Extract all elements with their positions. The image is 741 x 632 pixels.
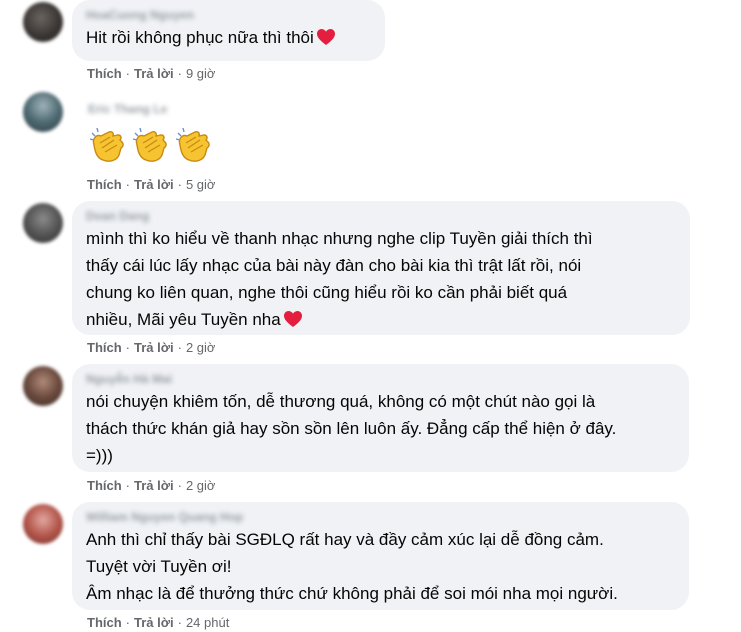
- reply-button[interactable]: Trả lời: [134, 66, 174, 81]
- comment-text: Hit rồi không phục nữa thì thôi: [86, 24, 371, 51]
- like-button[interactable]: Thích: [87, 615, 122, 630]
- comment-time[interactable]: 2 giờ: [186, 340, 216, 355]
- comment-bubble: Nguyễn Hà Mai nói chuyện khiêm tốn, dễ t…: [72, 364, 689, 472]
- comment-actions: Thích · Trả lời · 24 phút: [87, 615, 230, 630]
- comment-text-line: thấy cái lúc lấy nhạc của bài này đàn ch…: [86, 256, 582, 275]
- reply-button[interactable]: Trả lời: [134, 340, 174, 355]
- comment-text-line: Anh thì chỉ thấy bài SGĐLQ rất hay và đầ…: [86, 530, 604, 549]
- reply-button[interactable]: Trả lời: [134, 177, 174, 192]
- like-button[interactable]: Thích: [87, 478, 122, 493]
- comment-time[interactable]: 24 phút: [186, 615, 229, 630]
- comment-author[interactable]: Nguyễn Hà Mai: [86, 372, 172, 386]
- comment-author[interactable]: Eric Thang Le: [88, 102, 167, 116]
- comment-actions: Thích · Trả lời · 9 giờ: [87, 66, 216, 81]
- comment-text-line: Âm nhạc là để thưởng thức chứ không phải…: [86, 584, 618, 603]
- comment-time[interactable]: 5 giờ: [186, 177, 216, 192]
- comment-text-line: nhiều, Mãi yêu Tuyền nha: [86, 306, 676, 333]
- comment-actions: Thích · Trả lời · 2 giờ: [87, 478, 216, 493]
- comment-time[interactable]: 2 giờ: [186, 478, 216, 493]
- comment-bubble: William Nguyen Quang Hop Anh thì chỉ thấ…: [72, 502, 689, 610]
- avatar[interactable]: [23, 92, 63, 132]
- comment-actions: Thích · Trả lời · 2 giờ: [87, 340, 216, 355]
- comment-time[interactable]: 9 giờ: [186, 66, 216, 81]
- comment-bubble: HoaCuong Nguyen Hit rồi không phục nữa t…: [72, 0, 385, 61]
- avatar[interactable]: [23, 366, 63, 406]
- avatar[interactable]: [23, 203, 63, 243]
- heart-emoji-icon: [283, 311, 302, 327]
- clapping-hands-icon: [89, 127, 124, 162]
- avatar[interactable]: [23, 2, 63, 42]
- like-button[interactable]: Thích: [87, 66, 122, 81]
- comment-actions: Thích · Trả lời · 5 giờ: [87, 177, 216, 192]
- comment-text-line: thách thức khán giả hay sồn sồn lên luôn…: [86, 419, 617, 438]
- comment-text-line: mình thì ko hiểu về thanh nhạc nhưng ngh…: [86, 229, 593, 248]
- comment-text-line: Tuyệt vời Tuyền ơi!: [86, 557, 232, 576]
- heart-emoji-icon: [316, 29, 335, 45]
- comment-text-line: nói chuyện khiêm tốn, dễ thương quá, khô…: [86, 392, 596, 411]
- comment-author[interactable]: Doan Dang: [86, 209, 149, 223]
- comment-text-line: =))): [86, 446, 113, 465]
- like-button[interactable]: Thích: [87, 177, 122, 192]
- clapping-hands-icon: [175, 127, 210, 162]
- reply-button[interactable]: Trả lời: [134, 478, 174, 493]
- comment-bubble: Doan Dang mình thì ko hiểu về thanh nhạc…: [72, 201, 690, 335]
- avatar[interactable]: [23, 504, 63, 544]
- reply-button[interactable]: Trả lời: [134, 615, 174, 630]
- like-button[interactable]: Thích: [87, 340, 122, 355]
- emoji-row: [88, 125, 217, 170]
- comment-author[interactable]: HoaCuong Nguyen: [86, 8, 194, 22]
- comment-author[interactable]: William Nguyen Quang Hop: [86, 510, 243, 524]
- clapping-hands-icon: [132, 127, 167, 162]
- comment-text-line: chung ko liên quan, nghe thôi cũng hiểu …: [86, 283, 568, 302]
